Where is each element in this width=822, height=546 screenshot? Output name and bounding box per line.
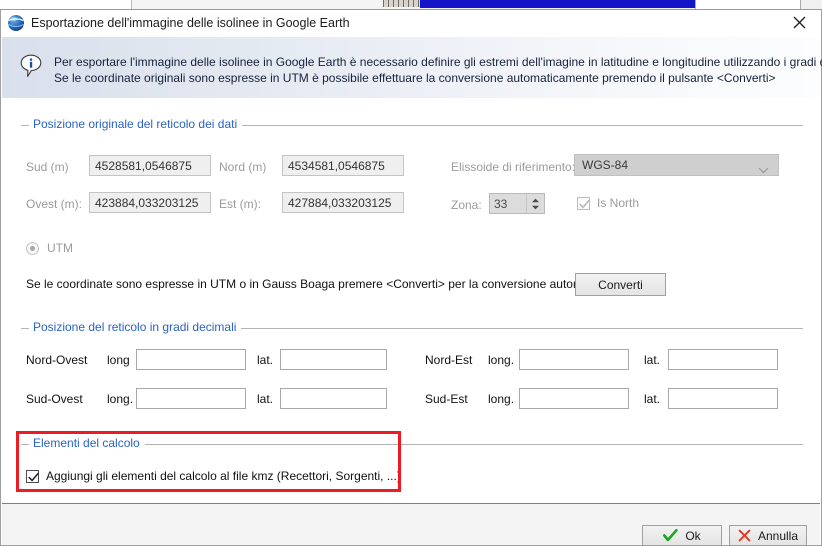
green-check-icon [663,529,679,542]
chevron-down-icon [758,163,769,177]
sud-est-lat-label: lat. [644,392,661,406]
add-calc-elements-checkbox-box [26,469,39,483]
background-far-right-pane [800,0,822,9]
nord-ovest-lat-label: lat. [257,353,274,367]
nord-est-lat-label: lat. [644,353,661,367]
background-selection-bar [420,0,695,8]
ellipsoid-label: Elissoide di riferimento: [451,160,576,174]
info-banner-text: Per esportare l'immagine delle isolinee … [54,54,822,86]
sud-label: Sud (m) [26,160,69,174]
sud-input[interactable] [89,155,211,176]
sud-ovest-label: Sud-Ovest [26,392,83,406]
utm-radio-label: UTM [47,241,73,255]
zona-spinner[interactable]: 33 [489,193,545,214]
zona-value: 33 [494,196,508,211]
est-label: Est (m): [219,197,261,211]
ovest-input[interactable] [89,192,211,213]
info-banner: Per esportare l'immagine delle isolinee … [2,37,822,99]
converti-button[interactable]: Converti [575,273,666,296]
decimal-grid-group-title: Posizione del reticolo in gradi decimali [29,320,242,334]
sud-ovest-lat-input[interactable] [280,388,387,409]
is-north-checkbox-box [577,196,590,210]
zona-label: Zona: [451,198,482,212]
add-calc-elements-label: Aggiungi gli elementi del calcolo al fil… [46,469,401,483]
is-north-label: Is North [597,196,640,210]
nord-ovest-long-input[interactable] [136,349,246,370]
sud-ovest-long-input[interactable] [136,388,246,409]
export-google-earth-dialog: Esportazione dell'immagine delle isoline… [0,10,822,546]
original-grid-group-title: Posizione originale del reticolo dei dat… [29,117,243,131]
utm-radio[interactable]: UTM [26,241,73,255]
utm-radio-ring [26,241,39,255]
converti-button-label: Converti [598,277,643,292]
ok-button[interactable]: Ok [642,525,722,546]
ellipsoid-combobox[interactable]: WGS-84 [574,154,779,176]
dialog-title: Esportazione dell'immagine delle isoline… [31,16,350,30]
google-earth-globe-icon [7,14,25,32]
nord-est-label: Nord-Est [425,353,473,367]
close-button[interactable] [777,9,821,36]
calc-elements-group-title: Elementi del calcolo [29,436,145,450]
spinner-up-icon [532,198,539,202]
ovest-label: Ovest (m): [26,197,82,211]
background-window-strip [0,0,822,10]
ok-button-label: Ok [685,528,701,543]
utm-radio-dot [30,245,35,251]
nord-label: Nord (m) [219,160,267,174]
cancel-button[interactable]: Annulla [729,525,807,546]
background-toolbar-remnant [383,0,420,7]
is-north-checkbox[interactable]: Is North [577,196,639,210]
sud-ovest-long-label: long. [107,392,134,406]
sud-est-label: Sud-Est [425,392,468,406]
cancel-button-label: Annulla [757,528,799,543]
zona-spinner-buttons[interactable] [526,194,544,213]
sud-est-long-input[interactable] [519,388,629,409]
info-banner-line-1: Per esportare l'immagine delle isolinee … [54,55,822,69]
est-input[interactable] [282,192,404,213]
nord-est-long-label: long. [488,353,515,367]
nord-ovest-label: Nord-Ovest [26,353,88,367]
sud-est-long-label: long. [488,392,515,406]
sud-est-lat-input[interactable] [668,388,778,409]
info-banner-line-2: Se le coordinate originali sono espresse… [54,71,776,85]
nord-est-long-input[interactable] [519,349,629,370]
nord-input[interactable] [282,155,404,176]
background-left-pane [0,0,132,9]
nord-ovest-long-label: long [107,353,130,367]
nord-ovest-lat-input[interactable] [280,349,387,370]
info-balloon-icon [20,54,42,78]
dialog-titlebar: Esportazione dell'immagine delle isoline… [1,10,821,36]
sud-ovest-lat-label: lat. [257,392,274,406]
add-calc-elements-checkbox[interactable]: Aggiungi gli elementi del calcolo al fil… [26,469,401,483]
red-x-icon [738,529,751,542]
nord-est-lat-input[interactable] [668,349,778,370]
spinner-down-icon [532,205,539,209]
ellipsoid-value: WGS-84 [582,158,629,172]
background-right-pane [695,0,800,9]
convert-hint-text: Se le coordinate sono espresse in UTM o … [26,277,627,291]
check-icon [28,472,39,481]
check-icon [579,199,590,208]
